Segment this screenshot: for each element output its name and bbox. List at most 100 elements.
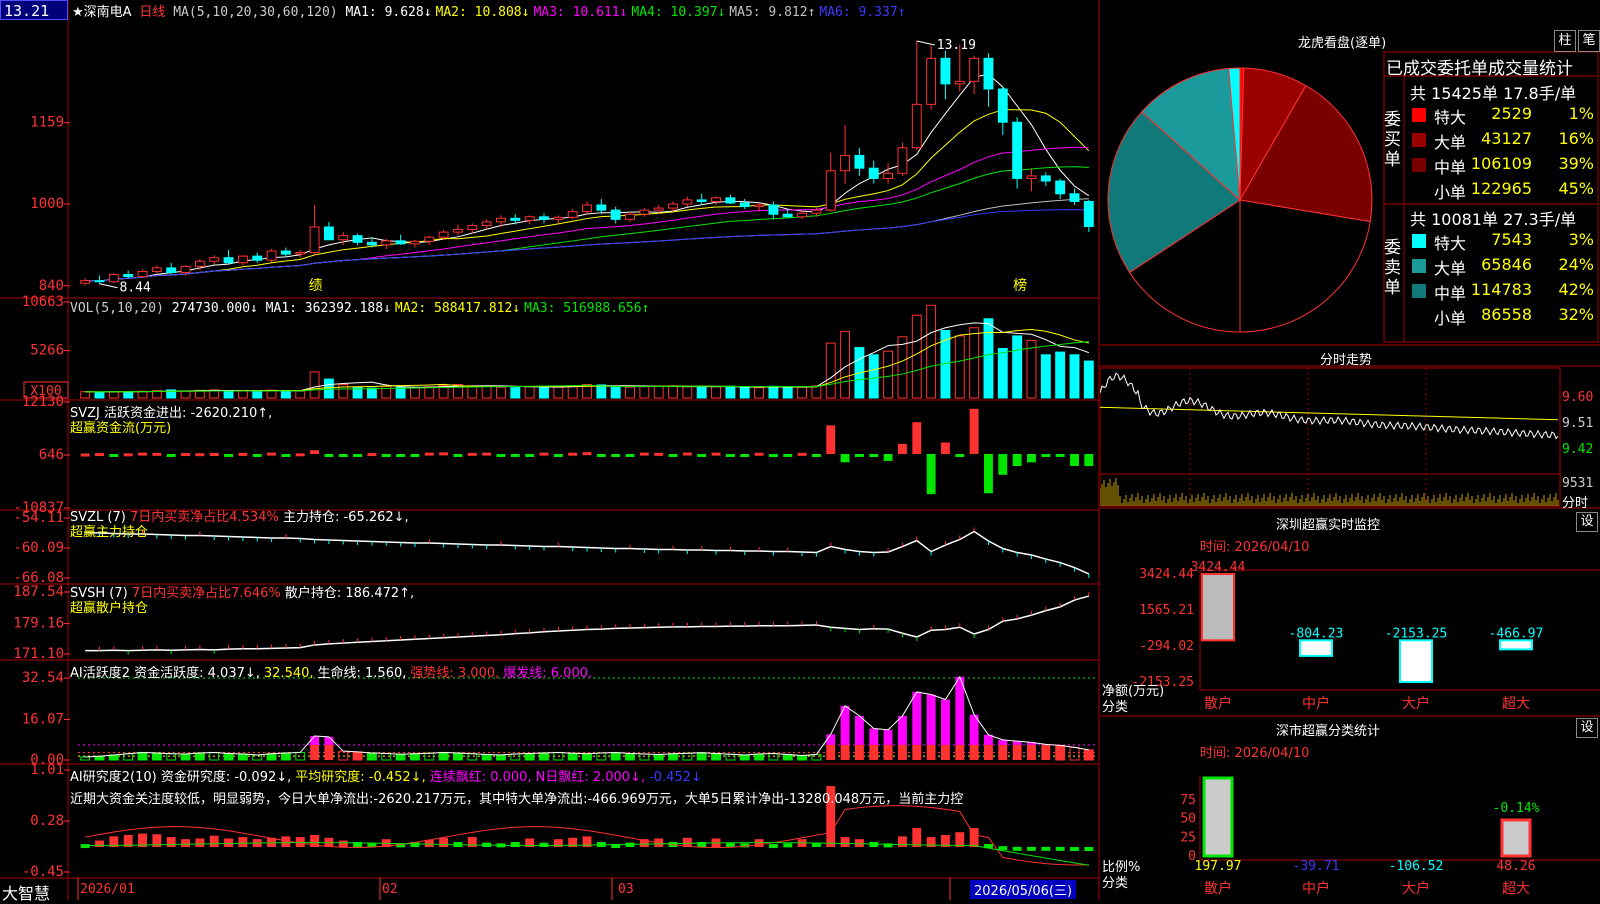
ai-active-bar-17 [310, 744, 320, 760]
classify-cat-4: 超大 [1502, 881, 1530, 897]
ai-active-bar-67 [1027, 744, 1036, 760]
ai-active-item-4: 强势线: 3.000, [410, 666, 500, 681]
ai-active-bar-61 [941, 744, 950, 760]
sell-label-3: 中单 [1434, 284, 1467, 303]
svzl-axis-1: -54.11 [13, 510, 64, 526]
vol-bar-17 [309, 371, 320, 399]
ai-active-bar-60 [926, 744, 936, 760]
ai-active-bar-top-60 [926, 694, 936, 745]
svzj-bar-23 [396, 454, 406, 458]
ai-active-bar-7 [166, 753, 177, 761]
main-chart-canvas[interactable]: 1159100084013.198.44 绩榜106635266X10012130… [0, 0, 1100, 900]
candle-body-48 [754, 204, 765, 208]
period-label[interactable]: 日线 [139, 5, 165, 20]
candle-body-50 [782, 213, 793, 218]
ai-research-item-2: 平均研究度: -0.452↓, [295, 770, 426, 785]
monitor-bar-label-2: -804.23 [1289, 626, 1344, 641]
price-box: 13.21 [0, 0, 68, 20]
candle-body-19 [338, 235, 349, 241]
vol-bar-70 [1069, 354, 1080, 399]
ai-active-bar-45 [711, 752, 721, 761]
candle-body-46 [725, 197, 736, 204]
candle-body-9 [194, 260, 205, 267]
candle-body-38 [610, 209, 621, 220]
ma-4-value: MA4: 10.397↓ [631, 5, 726, 20]
svsh-line2: 超赢散户持仓 [70, 601, 149, 616]
svzj-bar-4 [123, 453, 133, 457]
svzj-bar-12 [238, 452, 248, 456]
svsh-code: SVSH (7) [70, 586, 128, 601]
classify-settings-button[interactable]: 设 [1576, 718, 1598, 738]
svzj-bar-53 [826, 425, 836, 455]
sell-row-2: 大单 65846 24% [1410, 255, 1596, 278]
monitor-settings-button[interactable]: 设 [1576, 512, 1598, 532]
candle-body-55 [854, 154, 865, 169]
svzj-bar-62 [955, 454, 965, 458]
candle-body-28 [467, 224, 478, 231]
sell-swatch-3 [1412, 284, 1426, 298]
svzj-bar-5 [138, 452, 147, 456]
classify-bar-label-1: 197.97 [1195, 859, 1242, 874]
ai-research-bar-33 [539, 842, 549, 847]
ai-research-bar-58 [897, 836, 907, 847]
svzj-bar-35 [568, 452, 578, 456]
classify-bar-1 [1202, 776, 1234, 858]
candle-body-57 [883, 172, 894, 179]
vol-bar-8 [180, 390, 191, 399]
ai-active-bar-41 [653, 753, 664, 761]
sell-row-1: 特大 7543 3% [1410, 230, 1596, 253]
candle-body-20 [352, 235, 363, 243]
svzj-bar-8 [181, 453, 190, 457]
svzj-bar-65 [998, 454, 1008, 475]
svzj-bar-25 [424, 452, 434, 456]
ai-active-bar-55 [854, 744, 864, 760]
vol-bar-11 [223, 390, 234, 399]
event-label-a: 绩 [309, 278, 323, 294]
ai-active-bar-top-58 [897, 715, 907, 745]
monitor-title: 深圳超赢实时监控 [1276, 518, 1381, 533]
candle-body-49 [768, 204, 779, 215]
vol-bar-42 [668, 385, 678, 399]
lhb-bar-button[interactable]: 柱 [1554, 30, 1576, 52]
svzj-header: SVZJ 活跃资金进出: -2620.210↑, 超赢资金流(万元) [70, 406, 272, 436]
candle-body-52 [811, 209, 822, 214]
vol-bar-63 [969, 327, 980, 399]
svzj-bar-10 [209, 452, 219, 456]
vol-bar-28 [467, 385, 478, 399]
svzj-line1: SVZJ 活跃资金进出: -2620.210↑, [70, 406, 273, 421]
sell-swatch-2 [1412, 259, 1426, 273]
ai-research-bar-62 [955, 832, 965, 847]
lhb-stroke-button[interactable]: 笔 [1578, 30, 1600, 52]
svzj-bar-38 [611, 454, 621, 458]
candle-body-2 [94, 280, 105, 283]
time-label-3: 03 [618, 882, 634, 897]
candle-body-37 [596, 204, 607, 211]
candle-body-26 [438, 231, 449, 238]
vol-bar-41 [653, 385, 664, 399]
vol-bar-2 [94, 391, 105, 399]
sell-value-1: 7543 [1491, 230, 1532, 249]
intraday-vol-label: 9531 [1562, 476, 1594, 491]
svzj-bar-60 [926, 454, 936, 495]
stock-name[interactable]: ★深南电A [72, 5, 132, 20]
svzj-bar-63 [969, 408, 979, 455]
ai-active-bar-top-56 [869, 728, 879, 745]
vol-bar-35 [567, 385, 578, 399]
svzj-bar-20 [353, 454, 363, 458]
ma-values: MA1: 9.628↓ MA2: 10.808↓ MA3: 10.611↓ MA4: … [345, 5, 909, 20]
ai-active-bar-22 [381, 752, 392, 761]
svzl-axis-2: -60.09 [13, 540, 64, 556]
ai-active-bar-35 [567, 752, 578, 761]
buy-pct-1: 1% [1568, 104, 1594, 123]
candle-body-15 [280, 250, 291, 255]
ai-active-bar-36 [582, 753, 592, 761]
main-chart-area[interactable]: 1159 1000 840 13.19 8.44 绩榜 10663 5266 X100 12130… [0, 0, 1100, 903]
candle-body-45 [711, 197, 721, 202]
ai-active-item-3: 生命线: 1.560, [317, 666, 407, 681]
ai-research-bar-59 [912, 827, 922, 847]
candle-body-39 [625, 213, 635, 220]
ai-active-bar-4 [123, 753, 134, 761]
ai-active-bar-43 [682, 752, 693, 761]
candle-body-40 [639, 209, 650, 215]
sell-pct-4: 32% [1558, 305, 1594, 324]
